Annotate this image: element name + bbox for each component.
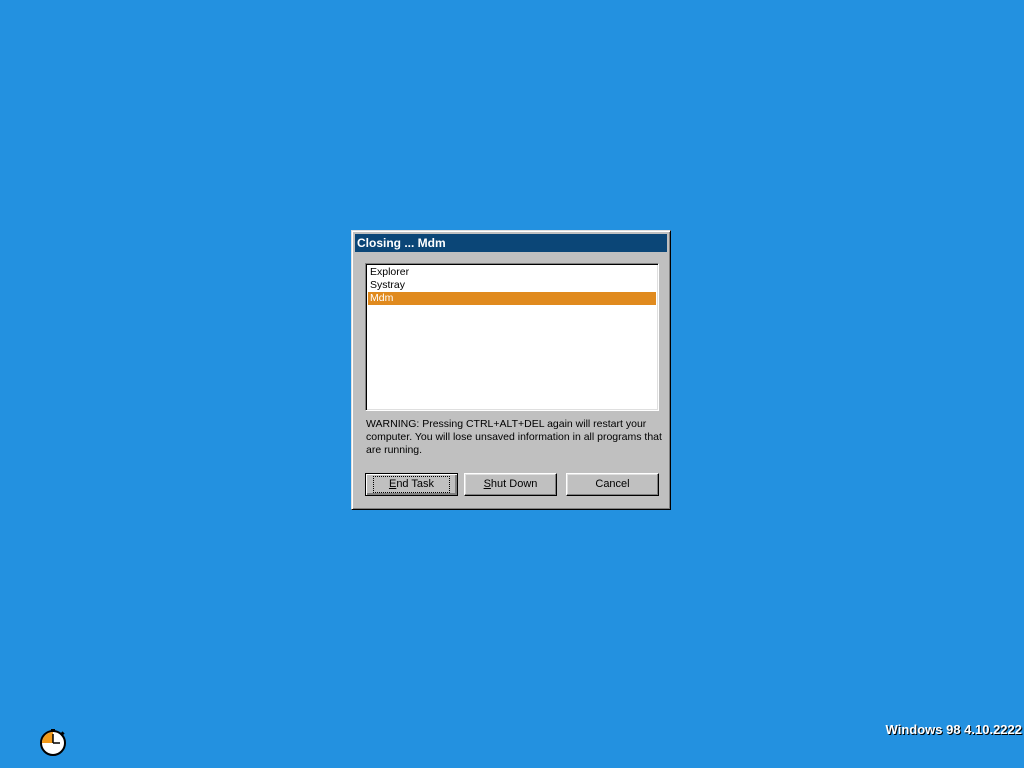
shut-down-rest: hut Down: [490, 478, 538, 490]
windows-version-text: Windows 98 4.10.2222: [885, 722, 1022, 737]
process-list-item-explorer[interactable]: Explorer: [368, 266, 656, 279]
clock-hourglass-icon: [40, 729, 66, 756]
close-program-dialog: Closing ... Mdm Explorer Systray Mdm WAR…: [351, 230, 671, 510]
dialog-title: Closing ... Mdm: [355, 234, 667, 252]
desktop: Closing ... Mdm Explorer Systray Mdm WAR…: [0, 0, 1024, 768]
process-list[interactable]: Explorer Systray Mdm: [365, 263, 659, 411]
end-task-button[interactable]: End Task: [365, 473, 458, 496]
restart-warning-text: WARNING: Pressing CTRL+ALT+DEL again wil…: [366, 418, 662, 456]
process-list-item-systray[interactable]: Systray: [368, 279, 656, 292]
process-list-item-mdm[interactable]: Mdm: [368, 292, 656, 305]
shut-down-accel: S: [483, 478, 491, 490]
end-task-rest: nd Task: [396, 478, 435, 490]
end-task-label: End Task: [372, 476, 451, 493]
cancel-button[interactable]: Cancel: [566, 473, 659, 496]
shut-down-button[interactable]: Shut Down: [464, 473, 557, 496]
